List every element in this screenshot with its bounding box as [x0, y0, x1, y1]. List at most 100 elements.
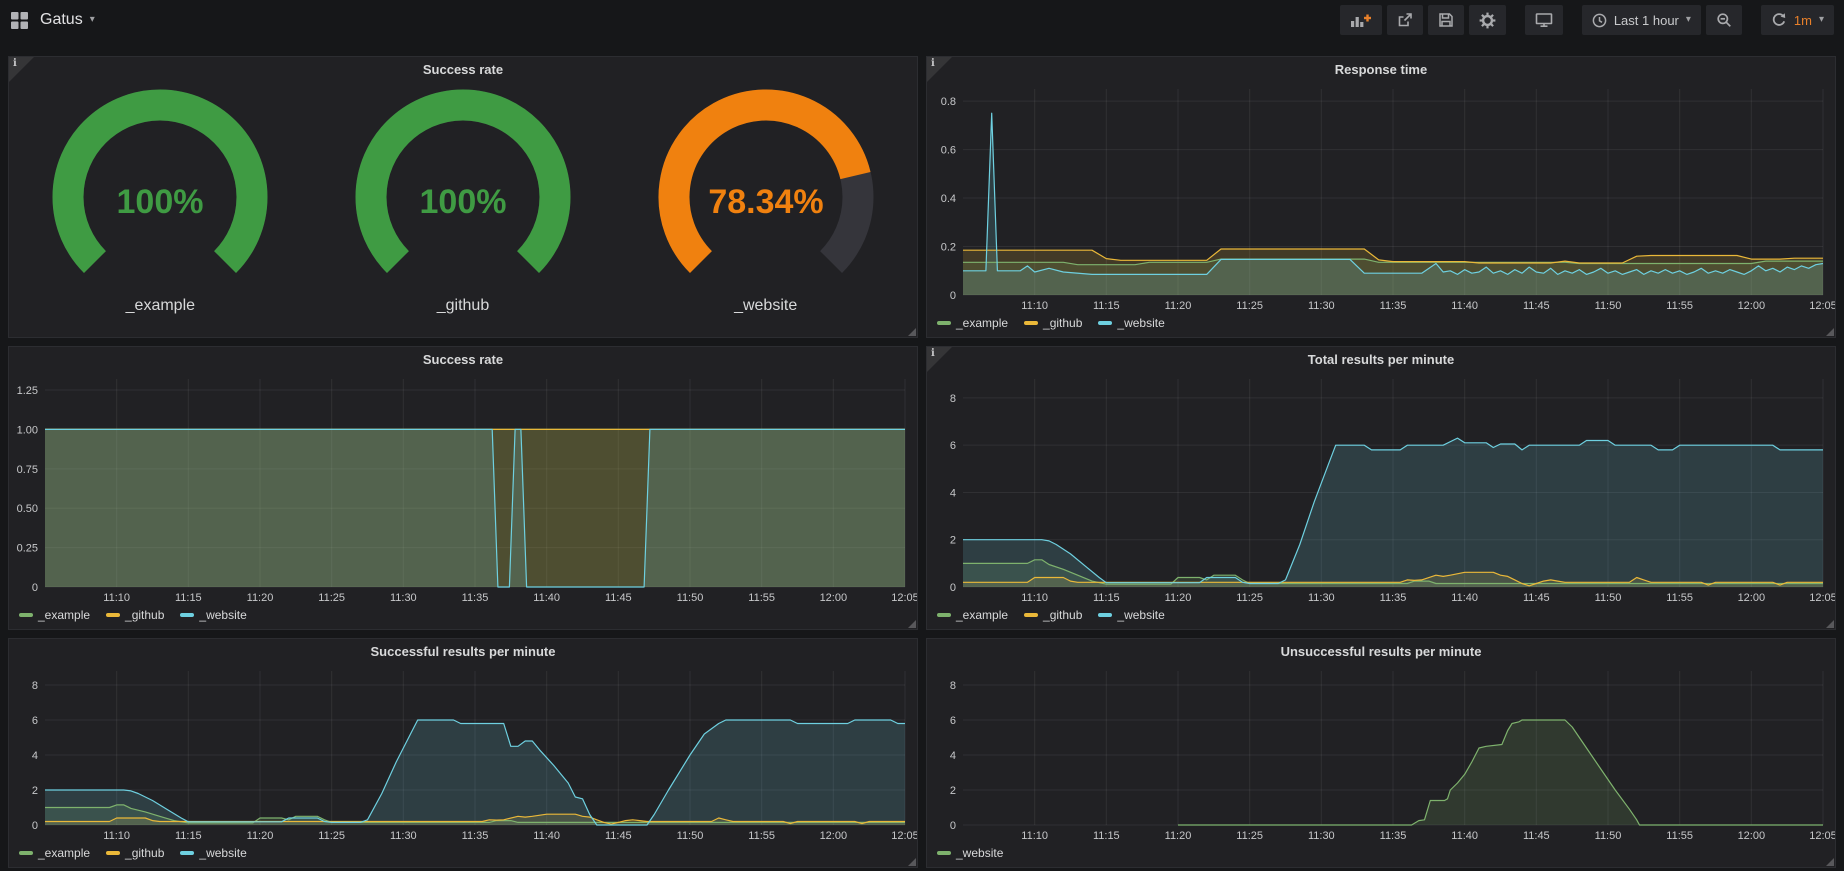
- panel-title[interactable]: Success rate: [9, 347, 917, 371]
- x-axis-label: 11:10: [103, 830, 130, 842]
- x-axis-label: 11:35: [1380, 592, 1407, 604]
- panel-title[interactable]: Unsuccessful results per minute: [927, 639, 1835, 663]
- refresh-picker[interactable]: 1m ▾: [1761, 5, 1834, 35]
- x-axis-label: 11:45: [1523, 592, 1550, 604]
- chart-success-rate[interactable]: 00.250.500.751.001.2511:1011:1511:2011:2…: [9, 371, 917, 605]
- legend-label: _website: [956, 846, 1003, 860]
- panel-info-icon[interactable]: i: [9, 57, 35, 83]
- panel-response-time: i Response time 00.20.40.60.811:1011:151…: [926, 56, 1836, 338]
- chart-response-time[interactable]: 00.20.40.60.811:1011:1511:2011:2511:3011…: [927, 81, 1835, 313]
- panel-info-icon[interactable]: i: [927, 347, 953, 373]
- chart-legend: _example _github _website: [927, 313, 1835, 337]
- series-fill-_website: [1178, 720, 1823, 825]
- x-axis-label: 11:40: [1451, 300, 1478, 312]
- panel-resize-handle[interactable]: [1826, 620, 1834, 628]
- x-axis-label: 11:40: [533, 830, 560, 842]
- panel-resize-handle[interactable]: [908, 858, 916, 866]
- x-axis-label: 11:35: [1380, 300, 1407, 312]
- time-range-picker[interactable]: Last 1 hour ▾: [1582, 5, 1701, 35]
- x-axis-label: 11:20: [247, 830, 274, 842]
- x-axis-label: 11:45: [1523, 830, 1550, 842]
- legend-color-dash: [180, 613, 194, 617]
- legend-color-dash: [937, 613, 951, 617]
- cycle-view-button[interactable]: [1525, 5, 1563, 35]
- add-panel-button[interactable]: [1340, 5, 1382, 35]
- chart-total-results[interactable]: 0246811:1011:1511:2011:2511:3011:3511:40…: [927, 371, 1835, 605]
- legend-item-_website[interactable]: _website: [180, 846, 246, 860]
- panel-resize-handle[interactable]: [1826, 858, 1834, 866]
- caret-down-icon: ▾: [1686, 15, 1691, 25]
- x-axis-label: 12:05: [1809, 300, 1835, 312]
- panel-resize-handle[interactable]: [908, 328, 916, 336]
- x-axis-label: 11:15: [175, 830, 202, 842]
- legend-label: _example: [38, 846, 90, 860]
- legend-item-_example[interactable]: _example: [937, 608, 1008, 622]
- chart-unsuccessful-results[interactable]: 0246811:1011:1511:2011:2511:3011:3511:40…: [927, 663, 1835, 843]
- save-button[interactable]: [1428, 5, 1464, 35]
- legend-color-dash: [19, 613, 33, 617]
- panel-title[interactable]: Total results per minute: [927, 347, 1835, 371]
- legend-color-dash: [1024, 321, 1038, 325]
- chart-legend: _website: [927, 843, 1835, 867]
- series-fill-_website: [45, 429, 905, 587]
- chart-successful-results[interactable]: 0246811:1011:1511:2011:2511:3011:3511:40…: [9, 663, 917, 843]
- time-range-label: Last 1 hour: [1614, 13, 1679, 28]
- caret-down-icon: ▾: [1819, 15, 1824, 25]
- y-axis-label: 0: [950, 582, 956, 594]
- gauge-_github: 100%_github: [323, 85, 603, 315]
- y-axis-label: 2: [950, 535, 956, 547]
- legend-label: _website: [1117, 316, 1164, 330]
- monitor-icon: [1535, 12, 1553, 28]
- caret-down-icon: ▾: [90, 15, 95, 25]
- legend-item-_github[interactable]: _github: [1024, 316, 1082, 330]
- panel-unsuccessful-results: i Unsuccessful results per minute 024681…: [926, 638, 1836, 868]
- legend-item-_website[interactable]: _website: [1098, 316, 1164, 330]
- legend-label: _website: [199, 608, 246, 622]
- panel-resize-handle[interactable]: [908, 620, 916, 628]
- legend-label: _example: [956, 316, 1008, 330]
- y-axis-label: 0: [950, 820, 956, 832]
- x-axis-label: 11:20: [1165, 592, 1192, 604]
- legend-item-_website[interactable]: _website: [180, 608, 246, 622]
- x-axis-label: 11:40: [1451, 830, 1478, 842]
- legend-item-_github[interactable]: _github: [106, 608, 164, 622]
- x-axis-label: 12:05: [1809, 830, 1835, 842]
- legend-color-dash: [1098, 613, 1112, 617]
- panel-info-icon[interactable]: i: [927, 57, 953, 83]
- legend-label: _example: [38, 608, 90, 622]
- x-axis-label: 11:25: [318, 830, 345, 842]
- x-axis-label: 11:20: [1165, 300, 1192, 312]
- panel-resize-handle[interactable]: [1826, 328, 1834, 336]
- x-axis-label: 11:50: [1595, 830, 1622, 842]
- y-axis-label: 4: [950, 487, 956, 499]
- x-axis-label: 11:55: [748, 592, 775, 604]
- legend-label: _github: [1043, 316, 1082, 330]
- chart-legend: _example _github _website: [927, 605, 1835, 629]
- gauge-value: 78.34%: [708, 183, 823, 221]
- panel-title[interactable]: Success rate: [9, 57, 917, 81]
- share-button[interactable]: [1387, 5, 1423, 35]
- dashboard-title-picker[interactable]: Gatus ▾: [40, 11, 95, 29]
- legend-item-_website[interactable]: _website: [1098, 608, 1164, 622]
- zoom-out-button[interactable]: [1706, 5, 1742, 35]
- dashboard-settings-button[interactable]: [1469, 5, 1506, 35]
- legend-item-_example[interactable]: _example: [19, 846, 90, 860]
- panel-title[interactable]: Successful results per minute: [9, 639, 917, 663]
- x-axis-label: 11:50: [677, 592, 704, 604]
- legend-item-_example[interactable]: _example: [937, 316, 1008, 330]
- x-axis-label: 11:30: [390, 592, 417, 604]
- legend-item-_github[interactable]: _github: [1024, 608, 1082, 622]
- legend-item-_website[interactable]: _website: [937, 846, 1003, 860]
- x-axis-label: 11:10: [1021, 592, 1048, 604]
- legend-item-_github[interactable]: _github: [106, 846, 164, 860]
- y-axis-label: 8: [950, 393, 956, 405]
- legend-item-_example[interactable]: _example: [19, 608, 90, 622]
- x-axis-label: 11:35: [1380, 830, 1407, 842]
- y-axis-label: 0.8: [941, 96, 956, 108]
- apps-grid-icon[interactable]: [10, 11, 29, 30]
- x-axis-label: 11:30: [1308, 830, 1335, 842]
- y-axis-label: 0: [32, 582, 38, 594]
- gauge-_example: 100%_example: [20, 85, 300, 315]
- panel-title[interactable]: Response time: [927, 57, 1835, 81]
- x-axis-label: 11:55: [748, 830, 775, 842]
